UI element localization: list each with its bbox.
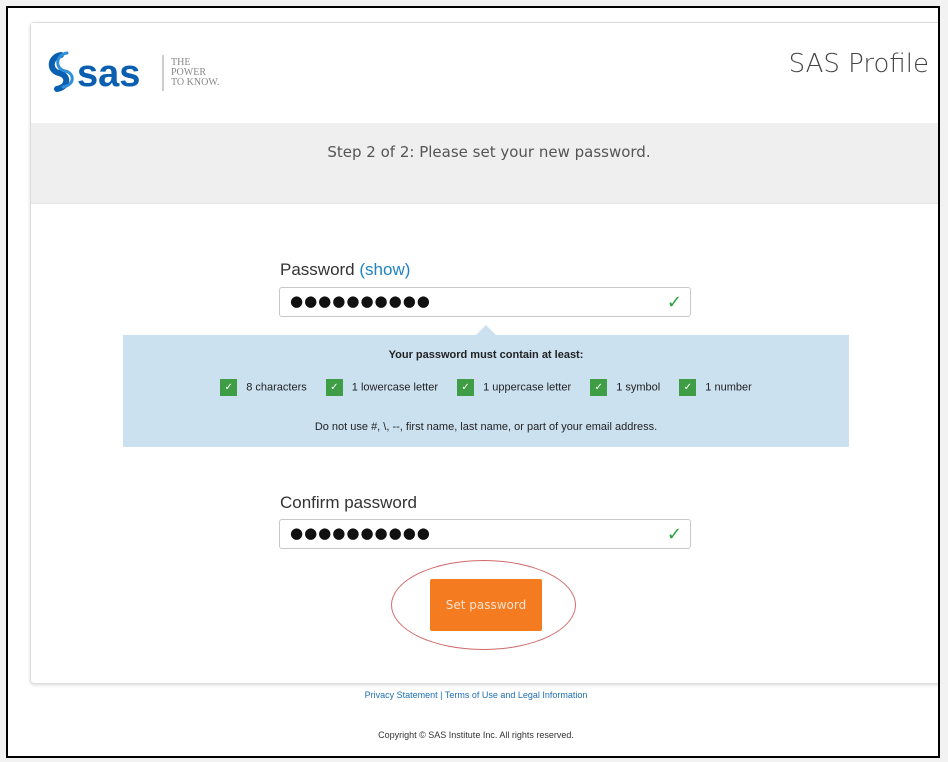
requirement-label: 1 uppercase letter [483, 381, 572, 394]
footer-links: Privacy Statement | Terms of Use and Leg… [8, 690, 938, 700]
password-label-text: Password [280, 260, 355, 279]
password-label: Password (show) [280, 260, 410, 280]
checkbox-checked-icon: ✓ [325, 379, 343, 396]
step-text: Step 2 of 2: Please set your new passwor… [327, 143, 651, 161]
requirement-8-characters: ✓ 8 characters [220, 379, 307, 396]
sas-logo: sas THE POWER TO KNOW. [48, 51, 219, 95]
checkbox-checked-icon: ✓ [457, 379, 475, 396]
requirement-label: 1 lowercase letter [351, 381, 439, 394]
checkbox-checked-icon: ✓ [220, 379, 238, 396]
checkbox-checked-icon: ✓ [590, 379, 608, 396]
password-requirements-panel: Your password must contain at least: ✓ 8 … [123, 335, 849, 447]
screenshot-frame: sas THE POWER TO KNOW. SAS Profile Step … [6, 6, 940, 758]
copyright-text: Copyright © SAS Institute Inc. All right… [378, 730, 574, 740]
sas-wordmark: sas [77, 53, 140, 95]
confirm-password-label: Confirm password [280, 493, 417, 512]
requirement-lowercase: ✓ 1 lowercase letter [325, 379, 439, 396]
requirements-heading: Your password must contain at least: [388, 349, 584, 361]
privacy-statement-link[interactable]: Privacy Statement [365, 690, 438, 700]
confirm-password-field[interactable]: ●●●●●●●●●● ✓ [279, 519, 691, 549]
set-password-button[interactable]: Set password [430, 579, 542, 631]
page-title: SAS Profile [788, 49, 929, 79]
password-field[interactable]: ●●●●●●●●●● ✓ [279, 287, 691, 317]
checkbox-checked-icon: ✓ [679, 379, 697, 396]
password-valid-check-icon: ✓ [666, 292, 682, 313]
requirement-label: 8 characters [246, 381, 307, 394]
profile-card: sas THE POWER TO KNOW. SAS Profile Step … [30, 22, 938, 684]
footer-separator: | [440, 690, 443, 700]
header: sas THE POWER TO KNOW. SAS Profile [31, 23, 938, 124]
step-banner: Step 2 of 2: Please set your new passwor… [31, 123, 938, 204]
terms-of-use-link[interactable]: Terms of Use and Legal Information [445, 690, 588, 700]
requirement-label: 1 symbol [616, 381, 661, 394]
password-masked-value: ●●●●●●●●●● [290, 292, 431, 310]
requirements-note: Do not use #, \, --, first name, last na… [314, 421, 658, 433]
requirements-list: ✓ 8 characters ✓ 1 lowercase letter ✓ 1 upp… [123, 379, 849, 396]
tagline-line-3: TO KNOW. [171, 77, 219, 88]
requirement-symbol: ✓ 1 symbol [590, 379, 660, 396]
confirm-valid-check-icon: ✓ [666, 524, 682, 545]
confirm-masked-value: ●●●●●●●●●● [290, 524, 431, 542]
requirement-number: ✓ 1 number [679, 379, 752, 396]
requirement-uppercase: ✓ 1 uppercase letter [457, 379, 571, 396]
requirement-label: 1 number [705, 381, 752, 394]
show-password-link[interactable]: (show) [359, 260, 410, 279]
